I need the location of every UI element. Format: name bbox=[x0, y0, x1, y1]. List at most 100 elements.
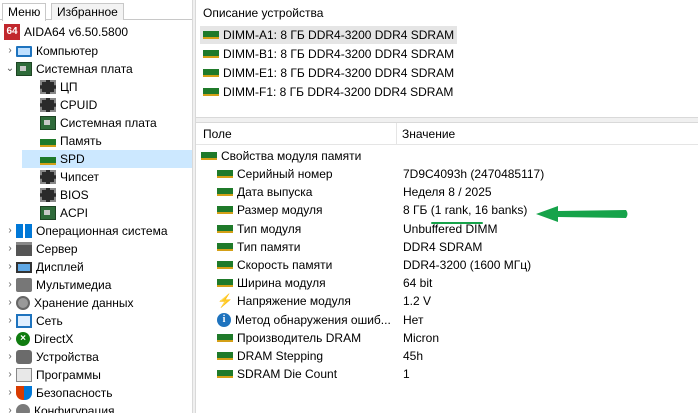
tree-item[interactable]: › Конфигурация bbox=[4, 402, 192, 413]
property-row[interactable]: Ширина модуля 64 bit bbox=[196, 274, 698, 292]
tree-item-label: ACPI bbox=[60, 206, 89, 220]
chevron-right-icon[interactable]: › bbox=[4, 348, 16, 366]
device-item-label: DIMM-B1: 8 ГБ DDR4-3200 DDR4 SDRAM bbox=[223, 47, 455, 61]
ram-icon bbox=[217, 370, 233, 379]
property-row[interactable]: Дата выпуска Неделя 8 / 2025 bbox=[196, 183, 698, 201]
tree-item[interactable]: › Операционная система bbox=[4, 222, 192, 240]
tree-item[interactable]: › Устройства bbox=[4, 348, 192, 366]
tab-bar: Меню Избранное bbox=[0, 0, 192, 21]
property-row[interactable]: SDRAM Die Count 1 bbox=[196, 365, 698, 383]
ram-icon bbox=[217, 279, 233, 288]
tree-item[interactable]: › Мультимедиа bbox=[4, 276, 192, 294]
chevron-right-icon[interactable]: › bbox=[4, 294, 16, 312]
property-field: SDRAM Die Count bbox=[237, 367, 338, 382]
tree-item[interactable]: ЦП bbox=[22, 78, 192, 96]
memory-module-icon bbox=[201, 152, 217, 160]
memory-module-icon bbox=[203, 31, 219, 39]
tree-item-label: DirectX bbox=[34, 332, 74, 346]
chevron-right-icon[interactable]: › bbox=[4, 384, 16, 402]
tree-item-label: Программы bbox=[36, 368, 101, 382]
property-field: Производитель DRAM bbox=[237, 330, 362, 345]
tree-item[interactable]: SPD bbox=[22, 150, 192, 168]
property-value: Неделя 8 / 2025 bbox=[403, 185, 492, 200]
device-item[interactable]: DIMM-B1: 8 ГБ DDR4-3200 DDR4 SDRAM bbox=[200, 45, 457, 63]
device-item[interactable]: DIMM-F1: 8 ГБ DDR4-3200 DDR4 SDRAM bbox=[200, 83, 456, 101]
property-row[interactable]: ⚡ Напряжение модуля 1.2 V bbox=[196, 292, 698, 310]
tree-item[interactable]: › Программы bbox=[4, 366, 192, 384]
property-value: 64 bit bbox=[403, 276, 433, 291]
property-value: 8 ГБ (1 rank, 16 banks) bbox=[403, 203, 528, 218]
tree-item[interactable]: › Безопасность bbox=[4, 384, 192, 402]
property-row[interactable]: Скорость памяти DDR4-3200 (1600 МГц) bbox=[196, 256, 698, 274]
navigation-panel: Меню Избранное 64 AIDA64 v6.50.5800 › Ком… bbox=[0, 0, 192, 413]
tree-item-label: CPUID bbox=[60, 98, 98, 112]
chevron-right-icon[interactable]: › bbox=[4, 330, 16, 348]
multimedia-icon bbox=[16, 278, 32, 292]
tree-item[interactable]: Память bbox=[22, 132, 192, 150]
chevron-right-icon[interactable]: › bbox=[4, 222, 16, 240]
column-separator[interactable] bbox=[396, 123, 397, 145]
property-row[interactable]: DRAM Stepping 45h bbox=[196, 347, 698, 365]
tree-item-label: Хранение данных bbox=[34, 296, 134, 310]
property-value: Нет bbox=[403, 312, 424, 327]
property-value: 45h bbox=[403, 349, 424, 363]
chevron-right-icon[interactable]: › bbox=[4, 240, 16, 258]
property-row[interactable]: i Метод обнаружения ошиб... Нет bbox=[196, 311, 698, 329]
chevron-right-icon[interactable]: › bbox=[4, 312, 16, 330]
device-item[interactable]: DIMM-E1: 8 ГБ DDR4-3200 DDR4 SDRAM bbox=[200, 64, 457, 82]
tree-root-aida64[interactable]: 64 AIDA64 v6.50.5800 bbox=[4, 23, 128, 41]
property-value: DDR4-3200 (1600 МГц) bbox=[403, 258, 532, 272]
tree-item-label: Память bbox=[60, 134, 102, 148]
property-value: DDR4 SDRAM bbox=[403, 239, 483, 254]
tree-item[interactable]: ACPI bbox=[22, 204, 192, 222]
tree-item[interactable]: › Дисплей bbox=[4, 258, 192, 276]
device-item[interactable]: DIMM-A1: 8 ГБ DDR4-3200 DDR4 SDRAM bbox=[200, 26, 458, 44]
tree-item[interactable]: › Сервер bbox=[4, 240, 192, 258]
tree-item[interactable]: BIOS bbox=[22, 186, 192, 204]
tree-item[interactable]: › × DirectX bbox=[4, 330, 192, 348]
tab-menu-label: Меню bbox=[8, 5, 41, 19]
server-icon bbox=[16, 242, 32, 256]
tree-item-label: Мультимедиа bbox=[36, 278, 112, 292]
tree-item[interactable]: Системная плата bbox=[22, 114, 192, 132]
tree-item[interactable]: Чипсет bbox=[22, 168, 192, 186]
chevron-right-icon[interactable]: › bbox=[4, 42, 16, 60]
spd-icon bbox=[40, 156, 56, 165]
property-row[interactable]: Производитель DRAM Micron bbox=[196, 329, 698, 347]
tree-item[interactable]: › Сеть bbox=[4, 312, 192, 330]
property-row[interactable]: Тип памяти DDR4 SDRAM bbox=[196, 238, 698, 256]
tree-item[interactable]: › Компьютер bbox=[4, 42, 192, 60]
tree-item[interactable]: › Хранение данных bbox=[4, 294, 192, 312]
chevron-right-icon[interactable]: › bbox=[4, 402, 16, 413]
tab-favorites[interactable]: Избранное bbox=[51, 3, 124, 20]
chevron-right-icon[interactable]: › bbox=[4, 366, 16, 384]
tree-item-label: Сервер bbox=[36, 242, 78, 256]
ram-icon bbox=[217, 224, 233, 233]
tab-menu[interactable]: Меню bbox=[2, 3, 47, 21]
ram-icon bbox=[217, 188, 233, 197]
chevron-right-icon[interactable]: › bbox=[4, 258, 16, 276]
programs-icon bbox=[16, 368, 32, 382]
group-row-memory-module-properties[interactable]: Свойства модуля памяти bbox=[196, 147, 698, 165]
storage-icon bbox=[16, 296, 30, 310]
aida64-logo-icon: 64 bbox=[4, 24, 20, 40]
property-field: Напряжение модуля bbox=[237, 294, 351, 309]
tree-item-label: ЦП bbox=[60, 80, 78, 94]
acpi-icon bbox=[40, 206, 56, 220]
property-field: Метод обнаружения ошиб... bbox=[235, 312, 391, 327]
property-row[interactable]: Серийный номер 7D9C4093h (2470485117) bbox=[196, 165, 698, 183]
chevron-down-icon[interactable]: ⌄ bbox=[4, 60, 16, 78]
tree-item[interactable]: ⌄ Системная плата bbox=[4, 60, 192, 78]
tree-item[interactable]: CPUID bbox=[22, 96, 192, 114]
column-field-header[interactable]: Поле bbox=[203, 123, 232, 145]
ram-icon bbox=[217, 261, 233, 269]
network-icon bbox=[16, 314, 32, 328]
ram-icon bbox=[217, 206, 233, 215]
device-item-label: DIMM-F1: 8 ГБ DDR4-3200 DDR4 SDRAM bbox=[223, 85, 454, 99]
chevron-right-icon[interactable]: › bbox=[4, 276, 16, 294]
chipset-icon bbox=[40, 170, 56, 184]
memory-module-icon bbox=[203, 88, 219, 96]
tree-item-label: Дисплей bbox=[36, 260, 84, 274]
tree-item-label: SPD bbox=[60, 152, 85, 166]
column-value-header[interactable]: Значение bbox=[402, 123, 455, 145]
